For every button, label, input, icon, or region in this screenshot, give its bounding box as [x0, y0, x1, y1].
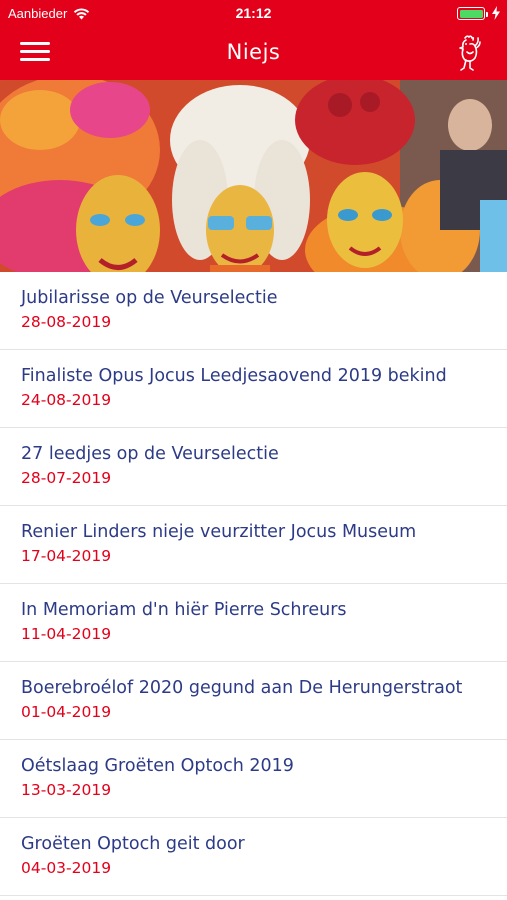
navigation-bar: Niejs	[0, 28, 507, 80]
news-title: 27 leedjes op de Veurselectie	[21, 444, 279, 464]
battery-icon	[457, 7, 488, 20]
news-date: 28-07-2019	[21, 469, 112, 487]
news-list: Jubilarisse op de Veurselectie 28-08-201…	[0, 272, 507, 896]
page-title: Niejs	[226, 40, 281, 64]
news-date: 13-03-2019	[21, 781, 112, 799]
news-date: 24-08-2019	[21, 391, 112, 409]
news-item[interactable]: Renier Linders nieje veurzitter Jocus Mu…	[0, 506, 507, 584]
news-item[interactable]: Finaliste Opus Jocus Leedjesaovend 2019 …	[0, 350, 507, 428]
news-item[interactable]: In Memoriam d'n hiër Pierre Schreurs 11-…	[0, 584, 507, 662]
news-item[interactable]: 27 leedjes op de Veurselectie 28-07-2019	[0, 428, 507, 506]
news-title: Groëten Optoch geit door	[21, 834, 245, 854]
news-title: In Memoriam d'n hiër Pierre Schreurs	[21, 600, 347, 620]
charging-bolt-icon	[492, 6, 500, 20]
news-date: 04-03-2019	[21, 859, 112, 877]
status-bar: Aanbieder 21:12	[0, 0, 507, 28]
rooster-logo-icon[interactable]	[451, 34, 481, 72]
carnival-photo-illustration	[0, 80, 507, 272]
news-item[interactable]: Boerebroélof 2020 gegund aan De Herunger…	[0, 662, 507, 740]
news-title: Renier Linders nieje veurzitter Jocus Mu…	[21, 522, 417, 542]
news-title: Boerebroélof 2020 gegund aan De Herunger…	[21, 678, 463, 698]
battery-level	[459, 9, 483, 18]
news-title: Finaliste Opus Jocus Leedjesaovend 2019 …	[21, 366, 447, 386]
news-date: 01-04-2019	[21, 703, 112, 721]
news-item[interactable]: Oétslaag Groëten Optoch 2019 13-03-2019	[0, 740, 507, 818]
news-title: Jubilarisse op de Veurselectie	[21, 288, 278, 308]
clock: 21:12	[235, 5, 272, 21]
news-date: 28-08-2019	[21, 313, 112, 331]
news-item[interactable]: Jubilarisse op de Veurselectie 28-08-201…	[0, 272, 507, 350]
news-date: 11-04-2019	[21, 625, 112, 643]
news-title: Oétslaag Groëten Optoch 2019	[21, 756, 294, 776]
news-item[interactable]: Groëten Optoch geit door 04-03-2019	[0, 818, 507, 896]
news-date: 17-04-2019	[21, 547, 112, 565]
carnival-photo	[0, 80, 507, 272]
